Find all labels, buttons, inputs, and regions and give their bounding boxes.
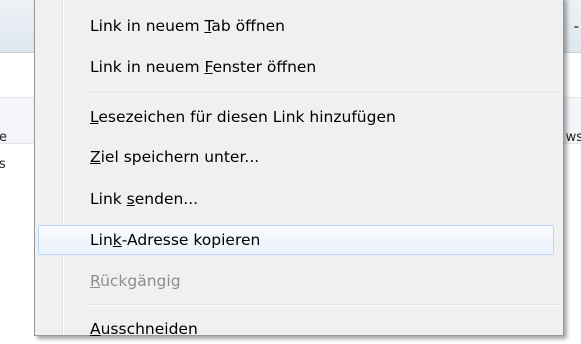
menu-item-bookmark-link[interactable]: Lesezeichen für diesen Link hinzufügen	[38, 102, 554, 132]
menu-item-label-prefix: Lin	[90, 231, 113, 249]
menu-item-label-suffix: usschneiden	[100, 320, 198, 338]
menu-item-mnemonic: s	[126, 190, 135, 208]
menu-item-send-link[interactable]: Link senden...	[38, 184, 554, 214]
menu-item-copy-link-address[interactable]: Link-Adresse kopieren	[38, 225, 554, 255]
menu-separator	[90, 92, 560, 94]
context-menu: Link in neuem Tab öffnen Link in neuem F…	[34, 0, 564, 338]
menu-item-label-suffix: ab öffnen	[211, 17, 286, 35]
menu-item-mnemonic: R	[90, 272, 101, 290]
menu-item-label-prefix: Link	[90, 190, 127, 208]
menu-item-mnemonic: k	[112, 231, 122, 249]
menu-item-mnemonic: A	[90, 320, 101, 338]
background-text-fragment: ws	[565, 130, 581, 145]
menu-item-label-prefix: Link in neuem	[90, 17, 205, 35]
menu-item-open-link-in-new-tab[interactable]: Link in neuem Tab öffnen	[38, 11, 554, 41]
menu-item-label-suffix: enster öffnen	[212, 58, 317, 76]
background-text-fragment: e	[0, 130, 7, 145]
menu-item-label-suffix: -Adresse kopieren	[121, 231, 261, 249]
menu-item-undo[interactable]: Rückgängig	[38, 266, 554, 296]
menu-item-open-link-in-new-window[interactable]: Link in neuem Fenster öffnen	[38, 52, 554, 82]
menu-separator	[90, 304, 560, 306]
menu-item-label-prefix: Link in neuem	[90, 58, 205, 76]
menu-item-label-suffix: enden...	[134, 190, 199, 208]
menu-item-label-suffix: iel speichern unter...	[100, 148, 260, 166]
menu-item-label-suffix: ückgängig	[100, 272, 181, 290]
background-text-fragment: -	[573, 20, 579, 35]
menu-item-save-link-as[interactable]: Ziel speichern unter...	[38, 142, 554, 172]
background-text-fragment: s	[0, 157, 6, 172]
menu-item-mnemonic: Z	[90, 148, 101, 166]
menu-item-cut[interactable]: Ausschneiden	[38, 314, 554, 344]
menu-item-mnemonic: F	[204, 58, 213, 76]
menu-item-label-suffix: esezeichen für diesen Link hinzufügen	[98, 108, 396, 126]
